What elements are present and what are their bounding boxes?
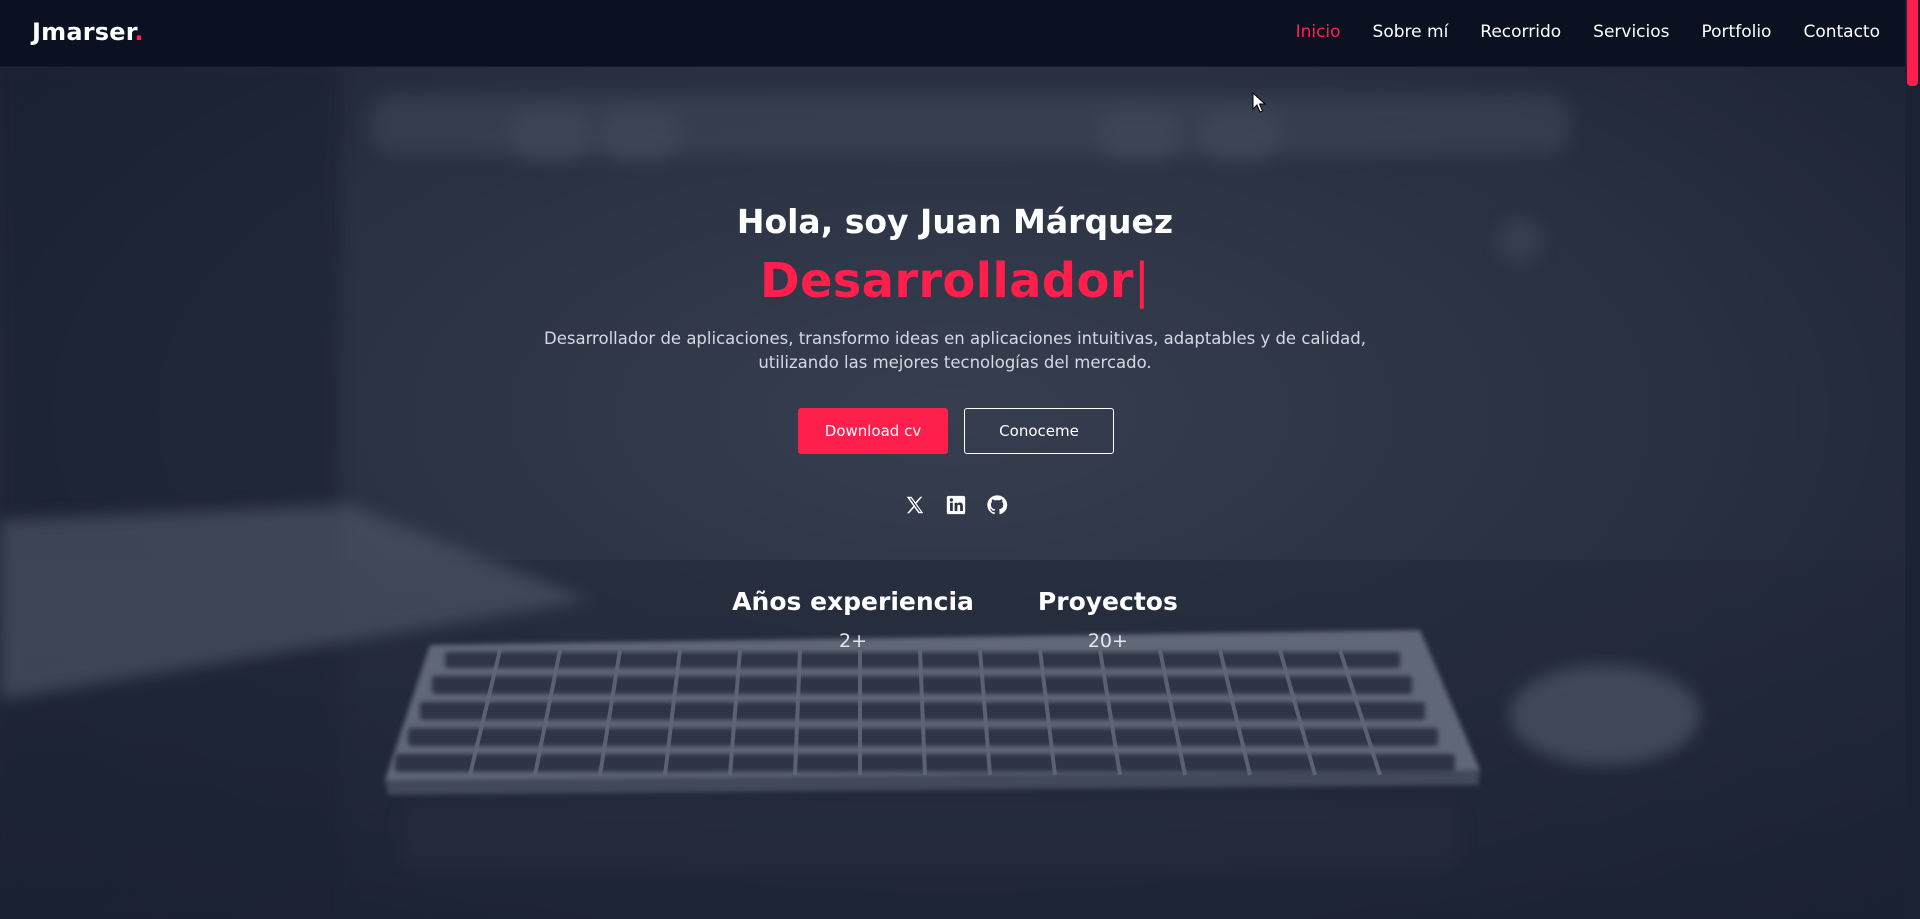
stats-row: Años experiencia 2+ Proyectos 20+ [0, 587, 1910, 652]
typing-cursor: | [1133, 253, 1151, 309]
github-icon[interactable] [985, 493, 1009, 517]
x-twitter-icon[interactable] [903, 493, 927, 517]
hero-greeting: Hola, soy Juan Márquez [736, 202, 1174, 241]
mouse-cursor-icon [1252, 92, 1266, 113]
stat-value: 20+ [1087, 630, 1128, 652]
hero-role-text: Desarrollador [759, 253, 1134, 309]
nav-item-recorrido[interactable]: Recorrido [1480, 22, 1561, 42]
nav-item-inicio[interactable]: Inicio [1296, 22, 1341, 42]
page-scrollbar[interactable] [1905, 0, 1920, 919]
nav-item-sobre-mi[interactable]: Sobre mí [1373, 22, 1449, 42]
stat-projects: Proyectos 20+ [1038, 587, 1178, 652]
stat-label: Años experiencia [732, 587, 974, 616]
logo-dot: . [134, 18, 144, 46]
logo-text: Jmarser [32, 18, 135, 46]
nav-menu: Inicio Sobre mí Recorrido Servicios Port… [1296, 22, 1880, 42]
scrollbar-thumb[interactable] [1907, 0, 1918, 86]
hero-section: Hola, soy Juan Márquez Desarrollador| De… [0, 67, 1905, 919]
hero-role-heading: Desarrollador| [0, 253, 1910, 309]
social-links [903, 493, 1009, 517]
stat-experience: Años experiencia 2+ [732, 587, 974, 652]
site-logo[interactable]: Jmarser. [32, 18, 144, 46]
portfolio-page: Jmarser. Inicio Sobre mí Recorrido Servi… [0, 0, 1920, 919]
about-me-button[interactable]: Conoceme [964, 408, 1114, 454]
download-cv-button[interactable]: Download cv [798, 408, 948, 454]
nav-item-contacto[interactable]: Contacto [1803, 22, 1880, 42]
nav-item-portfolio[interactable]: Portfolio [1702, 22, 1772, 42]
nav-item-servicios[interactable]: Servicios [1593, 22, 1669, 42]
stat-label: Proyectos [1037, 587, 1178, 616]
linkedin-icon[interactable] [944, 493, 968, 517]
hero-description: Desarrollador de aplicaciones, transform… [544, 329, 1366, 372]
stat-value: 2+ [839, 630, 868, 652]
navbar: Jmarser. Inicio Sobre mí Recorrido Servi… [0, 0, 1905, 67]
